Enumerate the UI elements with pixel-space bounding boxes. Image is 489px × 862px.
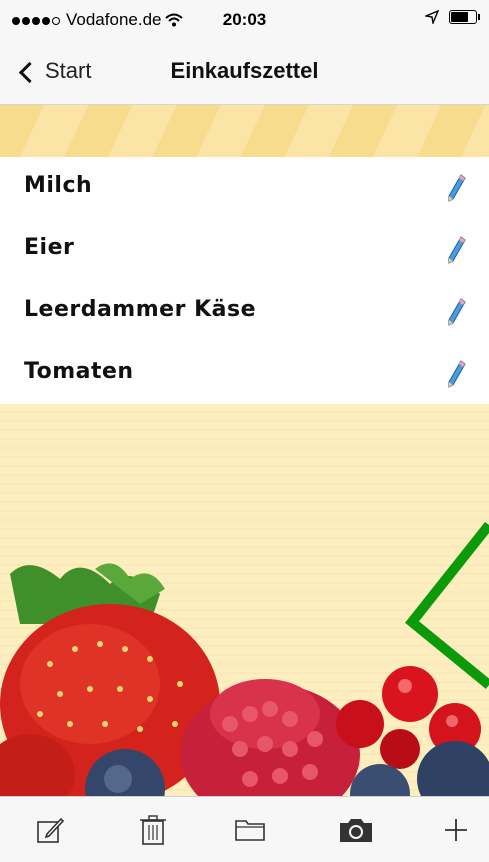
pencil-edit-icon[interactable] bbox=[445, 235, 467, 265]
shopping-list: Milch Eier Leerdammer Käse Tomaten bbox=[0, 157, 489, 404]
page-title: Einkaufszettel bbox=[170, 58, 319, 83]
trash-icon bbox=[140, 815, 166, 845]
list-item[interactable]: Eier bbox=[0, 219, 489, 281]
navigation-bar: Start Einkaufszettel bbox=[0, 40, 489, 105]
pencil-edit-icon[interactable] bbox=[445, 173, 467, 203]
pencil-edit-icon[interactable] bbox=[445, 297, 467, 327]
battery-icon bbox=[449, 10, 480, 24]
camera-icon bbox=[340, 819, 372, 842]
green-chevron-annotation bbox=[405, 521, 489, 689]
compose-icon bbox=[37, 817, 65, 843]
list-item[interactable]: Tomaten bbox=[0, 343, 489, 405]
list-item[interactable]: Leerdammer Käse bbox=[0, 281, 489, 343]
list-item[interactable]: Milch bbox=[0, 157, 489, 219]
plus-icon bbox=[445, 819, 467, 841]
delete-button[interactable] bbox=[135, 812, 171, 848]
list-item-label: Leerdammer Käse bbox=[24, 297, 256, 322]
striped-header bbox=[0, 105, 489, 157]
status-time: 20:03 bbox=[222, 10, 267, 29]
list-item-label: Milch bbox=[24, 173, 93, 198]
status-right bbox=[425, 10, 480, 24]
location-arrow-icon bbox=[425, 10, 439, 24]
compose-button[interactable] bbox=[32, 812, 68, 848]
list-item-label: Eier bbox=[24, 235, 75, 260]
add-button[interactable] bbox=[438, 812, 474, 848]
pencil-edit-icon[interactable] bbox=[445, 359, 467, 389]
camera-button[interactable] bbox=[338, 812, 374, 848]
bottom-toolbar bbox=[0, 796, 489, 862]
status-bar: Vodafone.de 20:03 bbox=[0, 0, 489, 40]
list-item-label: Tomaten bbox=[24, 359, 134, 384]
folder-button[interactable] bbox=[232, 812, 268, 848]
folder-icon bbox=[235, 820, 265, 841]
